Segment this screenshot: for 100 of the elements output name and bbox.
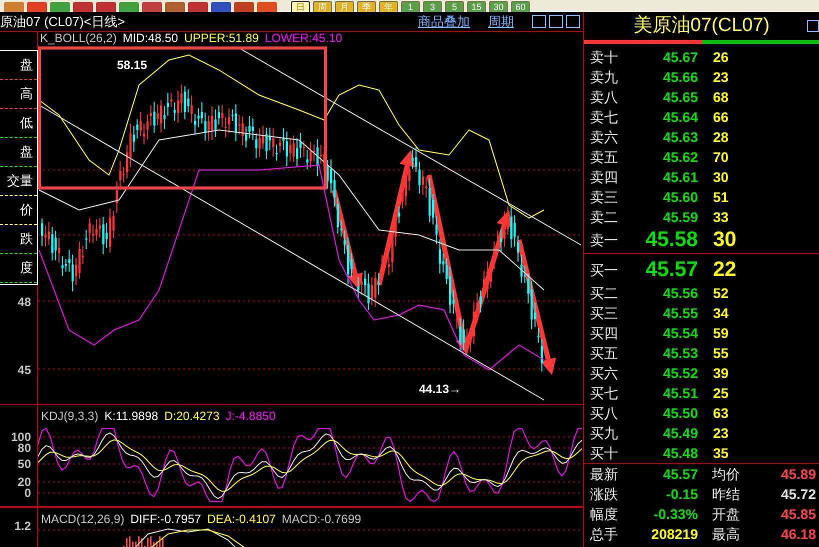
order-label: 卖四 (589, 168, 619, 187)
header-link[interactable]: 商品叠加 (418, 12, 470, 31)
order-label: 卖六 (589, 128, 619, 147)
order-price: 45.54 (662, 324, 698, 343)
order-price: 45.61 (662, 168, 698, 187)
order-volume: 52 (712, 284, 729, 303)
info-label: 低 (0, 109, 37, 138)
order-price: 45.57 (644, 257, 698, 283)
stat-label: 最新 (589, 465, 619, 484)
order-price: 45.56 (662, 284, 698, 303)
stat-label: 最高 (711, 525, 741, 544)
order-volume: 66 (712, 108, 729, 127)
order-price: 45.48 (662, 444, 698, 463)
stat-label: 幅度 (589, 505, 619, 524)
axis-label: 50 (18, 456, 31, 473)
info-label: 盘 (0, 51, 37, 80)
axis-label: 80 (18, 441, 31, 457)
order-price: 45.63 (662, 128, 698, 147)
order-volume: 30 (712, 168, 729, 187)
order-volume: 55 (712, 344, 729, 363)
legend-label: MACD(12,26,9) (41, 511, 124, 528)
order-price: 45.67 (662, 48, 698, 67)
axis-label: 48 (18, 294, 31, 311)
order-price: 45.60 (662, 188, 698, 207)
stat-value: 208219 (650, 525, 698, 544)
period-button[interactable]: 月 (335, 1, 354, 12)
order-volume: 68 (712, 88, 729, 107)
order-label: 买七 (589, 384, 619, 403)
order-volume: 70 (712, 148, 729, 167)
quote-title: 美原油07(CL07) (633, 15, 770, 36)
order-label: 卖五 (589, 148, 619, 167)
price-label: 44.13→ (419, 382, 462, 396)
order-price: 45.53 (662, 344, 698, 363)
stat-label: 均价 (711, 465, 741, 484)
period-button[interactable]: 周 (313, 1, 332, 12)
stat-value: 45.57 (662, 465, 698, 484)
period-button[interactable]: 日 (291, 1, 310, 12)
order-volume: 34 (712, 304, 729, 323)
period-button[interactable]: 1 (401, 1, 420, 12)
order-volume: 51 (712, 188, 729, 207)
stat-value: 45.85 (780, 505, 817, 524)
order-price: 45.59 (662, 208, 698, 227)
order-volume: 59 (712, 324, 729, 343)
legend-label: LOWER:45.10 (264, 32, 342, 45)
stat-label: 开盘 (711, 505, 741, 524)
period-button[interactable]: 3 (423, 1, 442, 12)
order-label: 买四 (589, 324, 619, 343)
legend-label: DIFF:-0.7957 (130, 511, 202, 528)
legend-label: K_BOLL(26,2) (40, 32, 117, 45)
info-label: 高 (0, 80, 37, 109)
order-price: 45.58 (644, 227, 698, 253)
order-price: 45.64 (662, 108, 698, 127)
period-button[interactable]: 30 (489, 1, 508, 12)
stat-value: -0.33% (652, 505, 698, 524)
order-volume: 30 (712, 227, 736, 253)
period-button[interactable]: 15 (467, 1, 486, 12)
stat-value: 46.18 (780, 525, 817, 544)
order-volume: 23 (712, 424, 729, 443)
header-link[interactable]: 周期 (488, 12, 514, 31)
legend-label: MID:48.50 (122, 32, 178, 45)
period-button[interactable]: 季 (357, 1, 376, 12)
order-price: 45.51 (662, 384, 698, 403)
axis-label: 45 (18, 362, 31, 379)
order-label: 卖十 (589, 48, 619, 67)
order-label: 买一 (589, 261, 619, 280)
order-label: 买五 (589, 344, 619, 363)
legend-label: MACD:-0.7699 (282, 511, 362, 528)
order-price: 45.65 (662, 88, 698, 107)
order-label: 买八 (589, 404, 619, 423)
axis-label: 20 (18, 474, 31, 489)
price-label: 58.15 (117, 58, 148, 72)
order-price: 45.52 (662, 364, 698, 383)
legend-label: D:20.4273 (164, 408, 220, 425)
axis-label: 0 (24, 486, 31, 502)
order-volume: 63 (712, 404, 729, 423)
info-label: 度 (0, 254, 37, 283)
order-volume: 28 (712, 128, 729, 147)
period-button[interactable]: 5 (445, 1, 464, 12)
order-volume: 35 (712, 444, 729, 463)
stat-label: 总手 (589, 525, 619, 544)
order-volume: 33 (712, 208, 729, 227)
info-label: 价 (0, 196, 37, 225)
order-price: 45.55 (662, 304, 698, 323)
legend-label: J:-4.8850 (226, 408, 276, 425)
legend-label: K:11.9898 (104, 408, 158, 425)
period-button[interactable]: 年 (379, 1, 398, 12)
order-label: 卖二 (589, 208, 619, 227)
info-label: 跌 (0, 225, 37, 254)
info-label: 交量 (0, 167, 37, 196)
order-label: 卖三 (589, 188, 619, 207)
period-button[interactable]: 60 (511, 1, 530, 12)
order-label: 买二 (589, 284, 619, 303)
legend-label: KDJ(9,3,3) (41, 408, 98, 425)
stat-value: 45.89 (780, 465, 817, 484)
stat-value: 45.72 (780, 485, 817, 504)
order-price: 45.66 (662, 68, 698, 87)
chart-title: 原油07 (CL07)<日线> (0, 13, 125, 31)
order-label: 卖九 (589, 68, 619, 87)
stat-label: 涨跌 (589, 485, 619, 504)
legend-label: UPPER:51.89 (184, 32, 259, 45)
